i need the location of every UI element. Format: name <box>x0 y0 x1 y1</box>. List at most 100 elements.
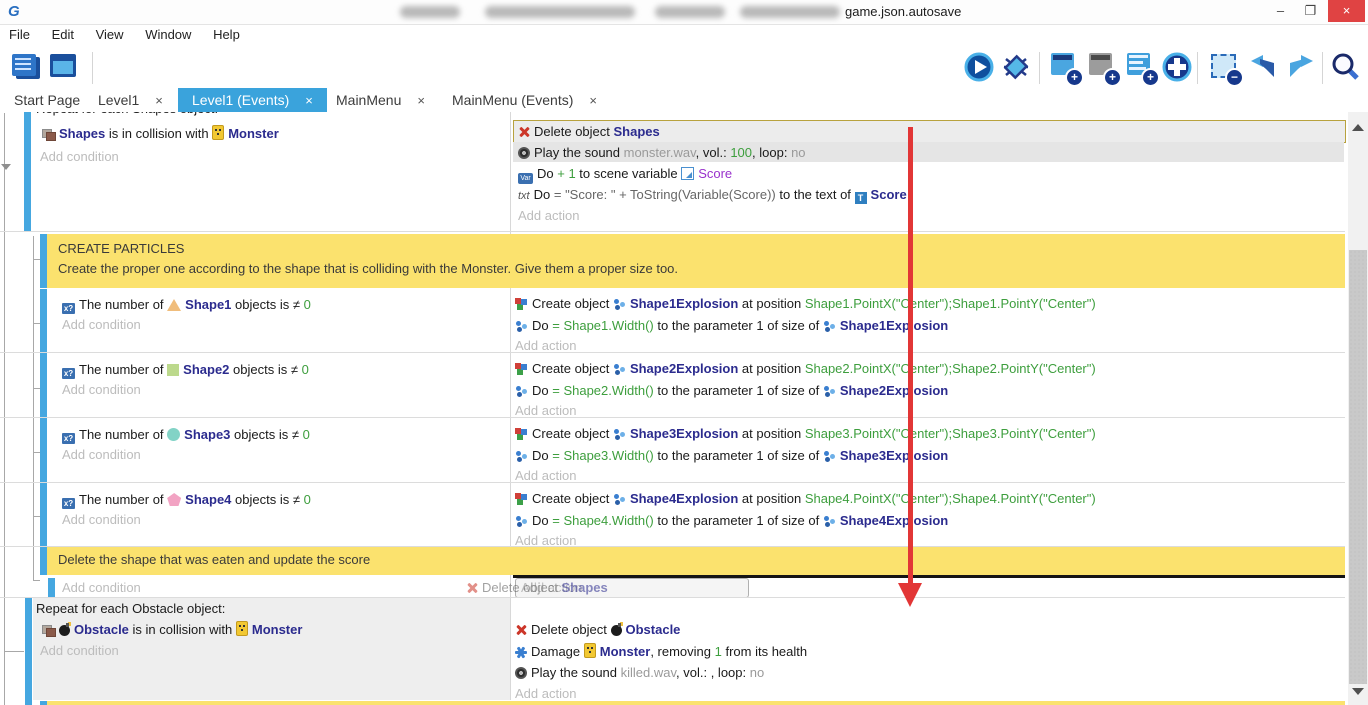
tab-start-page[interactable]: Start Page <box>0 88 94 112</box>
action-delete-obstacle[interactable]: Delete object Obstacle <box>515 621 680 638</box>
tab-close-icon[interactable]: × <box>305 93 313 108</box>
redacted-title-segment <box>655 6 725 18</box>
particle-icon <box>515 320 528 332</box>
event-bar[interactable] <box>40 234 47 288</box>
sound-icon <box>518 147 530 159</box>
add-sub-event-icon[interactable]: + <box>1086 51 1120 85</box>
tab-close-icon[interactable]: × <box>155 93 163 108</box>
project-manager-icon[interactable] <box>8 51 42 85</box>
action-size-shape1explosion[interactable]: Do = Shape1.Width() to the parameter 1 o… <box>515 317 948 334</box>
event-bar[interactable] <box>24 112 31 231</box>
action-play-sound-monster[interactable]: Play the sound monster.wav, vol.: 100, l… <box>518 144 806 161</box>
repeat-header[interactable]: Repeat for each Obstacle object: <box>36 601 225 616</box>
action-create-shape2explosion[interactable]: Create object Shape2Explosion at positio… <box>515 360 1096 377</box>
event-bar[interactable] <box>40 483 47 546</box>
undo-icon[interactable] <box>1248 51 1282 85</box>
create-object-icon <box>515 428 528 440</box>
action-scene-variable[interactable]: VarDo + 1 to scene variable Score <box>518 165 732 184</box>
action-create-shape1explosion[interactable]: Create object Shape1Explosion at positio… <box>515 295 1096 312</box>
add-action-link[interactable]: Add action <box>515 338 576 353</box>
event-bar[interactable] <box>25 598 32 705</box>
scroll-down-icon[interactable] <box>1352 688 1364 695</box>
add-condition-link[interactable]: Add condition <box>40 643 119 658</box>
condition-count-shape1[interactable]: x?The number of Shape1 objects is ≠ 0 <box>62 296 311 314</box>
vertical-scrollbar[interactable] <box>1348 112 1368 705</box>
action-create-shape4explosion[interactable]: Create object Shape4Explosion at positio… <box>515 490 1096 507</box>
tab-level1-events[interactable]: Level1 (Events)× <box>178 88 327 112</box>
redo-icon[interactable] <box>1284 51 1318 85</box>
add-action-link[interactable]: Add action <box>515 468 576 483</box>
scroll-up-icon[interactable] <box>1352 124 1364 131</box>
particle-icon <box>613 428 626 440</box>
action-play-sound-killed[interactable]: Play the sound killed.wav, vol.: , loop:… <box>515 664 764 681</box>
particle-icon <box>613 493 626 505</box>
event-bar[interactable] <box>48 578 55 597</box>
redacted-title-segment <box>740 6 840 18</box>
expander-icon[interactable] <box>1 164 11 170</box>
tab-level1[interactable]: Level1× <box>84 88 177 112</box>
title-bar: G game.json.autosave – ❐ × <box>0 0 1368 25</box>
add-condition-link[interactable]: Add condition <box>62 382 141 397</box>
action-delete-shapes[interactable]: Delete object Shapes <box>518 123 660 140</box>
add-action-link[interactable]: Add action <box>518 208 579 223</box>
particle-icon <box>613 363 626 375</box>
add-condition-link[interactable]: Add condition <box>62 512 141 527</box>
action-size-shape2explosion[interactable]: Do = Shape2.Width() to the parameter 1 o… <box>515 382 948 399</box>
action-damage-monster[interactable]: Damage Monster, removing 1 from its heal… <box>515 643 807 660</box>
comment-create-particles[interactable]: CREATE PARTICLES Create the proper one a… <box>47 234 1345 288</box>
action-size-shape4explosion[interactable]: Do = Shape4.Width() to the parameter 1 o… <box>515 512 948 529</box>
tab-close-icon[interactable]: × <box>417 93 425 108</box>
debug-icon[interactable] <box>1000 51 1034 85</box>
condition-count-shape3[interactable]: x?The number of Shape3 objects is ≠ 0 <box>62 426 310 444</box>
event-bar[interactable] <box>40 418 47 482</box>
event-bar[interactable] <box>40 353 47 417</box>
tab-mainmenu[interactable]: MainMenu× <box>322 88 439 112</box>
particle-icon <box>823 515 836 527</box>
add-condition-link[interactable]: Add condition <box>62 317 141 332</box>
event-bar[interactable] <box>40 289 47 352</box>
add-condition-link[interactable]: Add condition <box>40 149 119 164</box>
action-size-shape3explosion[interactable]: Do = Shape3.Width() to the parameter 1 o… <box>515 447 948 464</box>
condition-collision-obstacle[interactable]: Obstacle is in collision with Monster <box>42 621 302 638</box>
maximize-button[interactable]: ❐ <box>1296 0 1325 22</box>
particle-icon <box>515 515 528 527</box>
variable-icon: Var <box>518 173 533 184</box>
add-condition-link[interactable]: Add condition <box>62 580 141 595</box>
close-button[interactable]: × <box>1328 0 1365 22</box>
redacted-title-segment <box>485 6 635 18</box>
tab-close-icon[interactable]: × <box>589 93 597 108</box>
minimize-button[interactable]: – <box>1266 0 1295 22</box>
add-plus-icon[interactable] <box>1161 51 1195 85</box>
comment-delete-shape[interactable]: Delete the shape that was eaten and upda… <box>47 547 1345 575</box>
scrollbar-thumb[interactable] <box>1349 250 1367 684</box>
object-count-icon: x? <box>62 498 75 509</box>
shape1-triangle-icon <box>167 299 181 311</box>
scene-window-icon[interactable] <box>48 51 82 85</box>
menu-file[interactable]: File <box>0 25 39 44</box>
menu-help[interactable]: Help <box>204 25 249 44</box>
menu-window[interactable]: Window <box>136 25 200 44</box>
add-condition-link[interactable]: Add condition <box>62 447 141 462</box>
toolbar: + + + − <box>0 46 1368 88</box>
condition-collision-shapes[interactable]: Shapes is in collision with Monster <box>42 125 279 142</box>
comment-partial-bottom[interactable] <box>47 701 1345 705</box>
event-bar[interactable] <box>40 701 47 705</box>
delete-event-icon[interactable]: − <box>1208 51 1242 85</box>
condition-count-shape4[interactable]: x?The number of Shape4 objects is ≠ 0 <box>62 491 311 509</box>
condition-count-shape2[interactable]: x?The number of Shape2 objects is ≠ 0 <box>62 361 309 379</box>
add-action-link[interactable]: Add action <box>515 403 576 418</box>
action-create-shape3explosion[interactable]: Create object Shape3Explosion at positio… <box>515 425 1096 442</box>
add-event-icon[interactable]: + <box>1048 51 1082 85</box>
add-action-link[interactable]: Add action <box>515 686 576 701</box>
search-icon[interactable] <box>1330 51 1364 85</box>
event-bar[interactable] <box>40 547 47 575</box>
add-comment-icon[interactable]: + <box>1124 51 1158 85</box>
play-icon[interactable] <box>963 51 997 85</box>
particle-icon <box>613 298 626 310</box>
menu-edit[interactable]: Edit <box>43 25 83 44</box>
tab-mainmenu-events[interactable]: MainMenu (Events)× <box>438 88 611 112</box>
create-object-icon <box>515 298 528 310</box>
menu-view[interactable]: View <box>87 25 133 44</box>
action-set-text-score[interactable]: txtDo = "Score: " + ToString(Variable(Sc… <box>518 186 907 205</box>
shape2-square-icon <box>167 364 179 376</box>
